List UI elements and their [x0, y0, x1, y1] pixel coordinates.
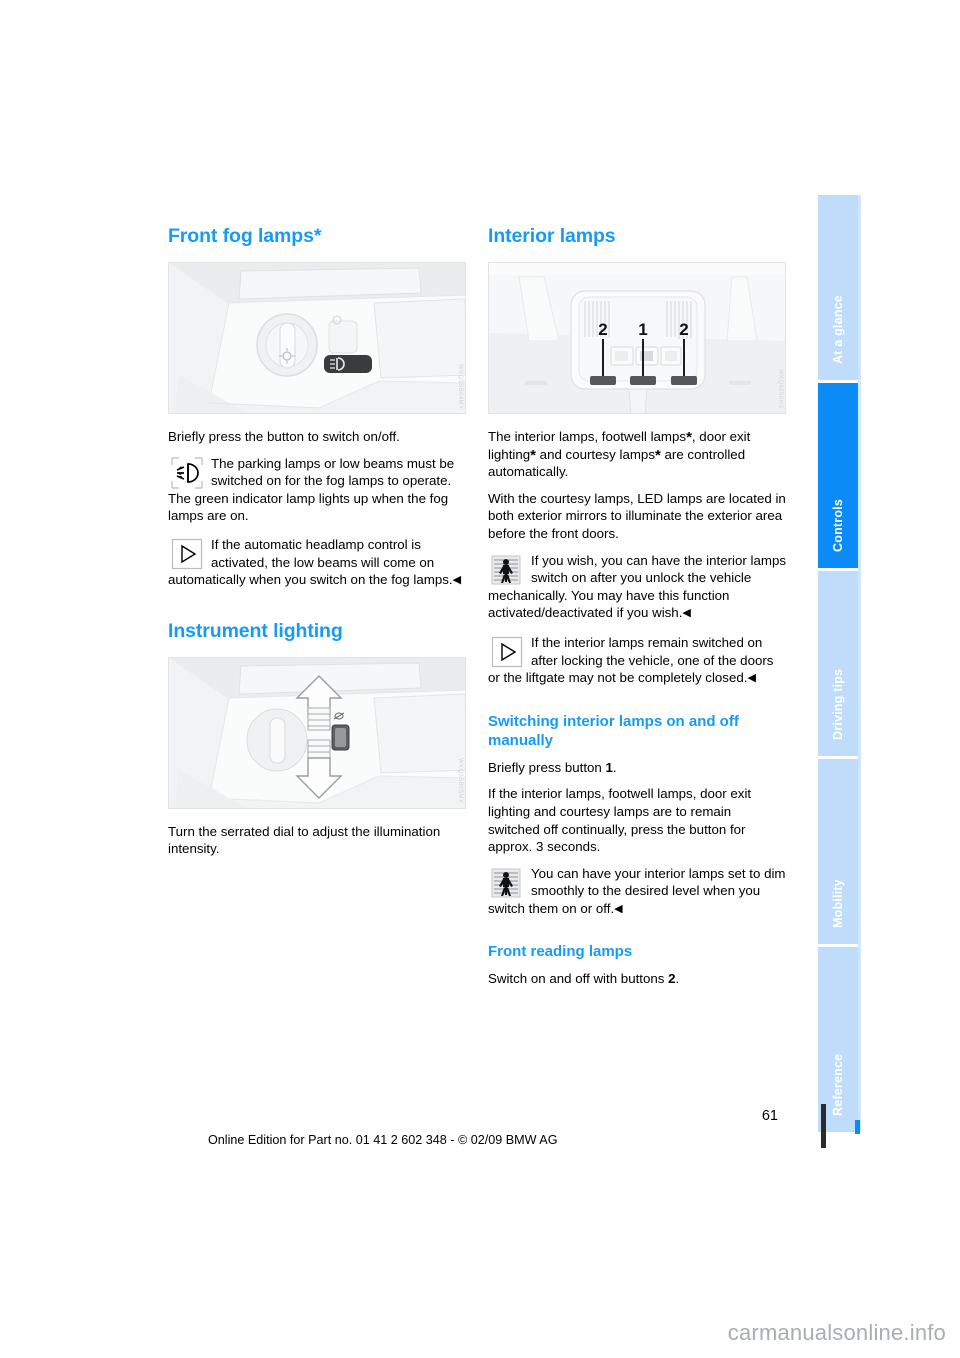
- paragraph-turn-serrated-dial: Turn the serrated dial to adjust the ill…: [168, 823, 441, 857]
- page-title-front-fog-lamps: Front fog lamps*: [168, 225, 322, 247]
- note-endmark: ◀: [614, 902, 623, 915]
- note-unlock-mechanically-text: If you wish, you can have the interior l…: [488, 552, 786, 621]
- note-parking-lamps-text: The parking lamps or low beams must be s…: [168, 455, 455, 524]
- subheading-switching-manually: Switching interior lamps on and off manu…: [488, 712, 739, 749]
- note-automatic-headlamp-control: If the automatic headlamp control is act…: [168, 536, 466, 590]
- subheading-front-reading-lamps: Front reading lamps: [488, 943, 633, 961]
- fog-lamp-switch-illustration: [169, 263, 465, 413]
- page-number: 61: [761, 1108, 778, 1124]
- fog-lamp-icon: [170, 456, 204, 490]
- paragraph-switch-with-buttons-2: Switch on and off with buttons 2.: [488, 970, 786, 988]
- rail-edge-strip: [858, 195, 861, 1132]
- figure-code-interior: WKQ6250HS: [777, 369, 783, 409]
- tab-at-a-glance[interactable]: At a glance: [818, 195, 858, 380]
- note-dim-smoothly: You can have your interior lamps set to …: [488, 865, 786, 919]
- svg-text:1: 1: [638, 320, 647, 339]
- figure-instrument-dial: WKQ3SB05MY: [168, 656, 466, 809]
- para-part-c: and courtesy lamps: [535, 446, 655, 462]
- note-endmark: ◀: [747, 672, 756, 685]
- note-endmark: ◀: [452, 574, 462, 587]
- page-title-instrument-lighting: Instrument lighting: [168, 619, 343, 642]
- right-column: Interior lamps 2 1 2 WKQ6250HS The inter…: [488, 225, 786, 999]
- tab-driving-tips[interactable]: Driving tips: [818, 571, 858, 756]
- tab-at-a-glance-label: At a glance: [831, 295, 845, 364]
- svg-text:2: 2: [598, 320, 607, 339]
- manual-page: At a glance Controls Driving tips Mobili…: [0, 0, 960, 1358]
- figure-code-instrument: WKQ3SB05MY: [457, 758, 463, 804]
- paragraph-interior-lamps-automatic: The interior lamps, footwell lamps*, doo…: [488, 428, 786, 481]
- button-ref-2: 2: [668, 971, 676, 987]
- tab-driving-tips-label: Driving tips: [831, 668, 845, 740]
- figure-interior-lamps-wrap: 2 1 2 WKQ6250HS: [488, 262, 786, 414]
- footer-marker-bar: [821, 1104, 826, 1148]
- tab-mobility-label: Mobility: [831, 879, 845, 928]
- note-dim-smoothly-text: You can have your interior lamps set to …: [488, 865, 786, 916]
- section-tab-rail: At a glance Controls Driving tips Mobili…: [818, 195, 858, 1132]
- person-vehicle-icon: [490, 553, 524, 587]
- site-watermark: carmanualsonline.info: [727, 1320, 946, 1345]
- triangle-play-icon: [170, 537, 204, 571]
- svg-text:2: 2: [679, 320, 688, 339]
- tab-controls-label: Controls: [831, 499, 845, 552]
- note-parking-lamps: The parking lamps or low beams must be s…: [168, 455, 466, 525]
- figure-interior-lamps: 2 1 2 WKQ6250HS: [488, 262, 786, 414]
- left-column: Front fog lamps* WKQ3SB04MY Briefly pres…: [168, 225, 466, 869]
- rail-edge-bottom-marker: [855, 1120, 860, 1134]
- tab-controls[interactable]: Controls: [818, 383, 858, 568]
- triangle-play-icon: [490, 635, 524, 669]
- note-endmark: ◀: [682, 607, 691, 620]
- page-footer: 61 Online Edition for Part no. 01 41 2 6…: [168, 1108, 818, 1158]
- overhead-console-illustration: 2 1 2: [489, 263, 785, 413]
- tab-mobility[interactable]: Mobility: [818, 759, 858, 944]
- para-pre: Briefly press button: [488, 759, 606, 775]
- para-pre: Switch on and off with buttons: [488, 971, 669, 987]
- note-lamps-remain-on-text: If the interior lamps remain switched on…: [488, 634, 774, 686]
- figure-fog-lamp-switch-wrap: WKQ3SB04MY: [168, 262, 466, 414]
- para-post: .: [612, 759, 617, 775]
- note-unlock-mechanically: If you wish, you can have the interior l…: [488, 552, 786, 623]
- paragraph-switched-off-continually: If the interior lamps, footwell lamps, d…: [488, 786, 752, 855]
- footer-edition-line: Online Edition for Part no. 01 41 2 602 …: [208, 1133, 558, 1147]
- figure-fog-lamp-switch: WKQ3SB04MY: [168, 262, 466, 414]
- figure-instrument-dial-wrap: WKQ3SB05MY: [168, 656, 466, 809]
- note-lamps-remain-on: If the interior lamps remain switched on…: [488, 634, 786, 688]
- paragraph-briefly-press-button-1: Briefly press button 1.: [488, 759, 786, 777]
- paragraph-briefly-press-button: Briefly press the button to switch on/of…: [168, 429, 400, 444]
- instrument-dial-illustration: [169, 657, 465, 808]
- tab-reference-label: Reference: [831, 1053, 845, 1116]
- page-title-interior-lamps: Interior lamps: [488, 225, 616, 247]
- person-vehicle-icon: [490, 866, 524, 900]
- figure-code-fog: WKQ3SB04MY: [457, 363, 463, 409]
- paragraph-courtesy-lamps-led: With the courtesy lamps, LED lamps are l…: [488, 490, 786, 541]
- button-ref-1: 1: [605, 759, 613, 775]
- para-post: .: [675, 971, 680, 987]
- note-automatic-headlamp-text: If the automatic headlamp control is act…: [168, 536, 453, 588]
- para-part-a: The interior lamps, footwell lamps: [488, 429, 687, 444]
